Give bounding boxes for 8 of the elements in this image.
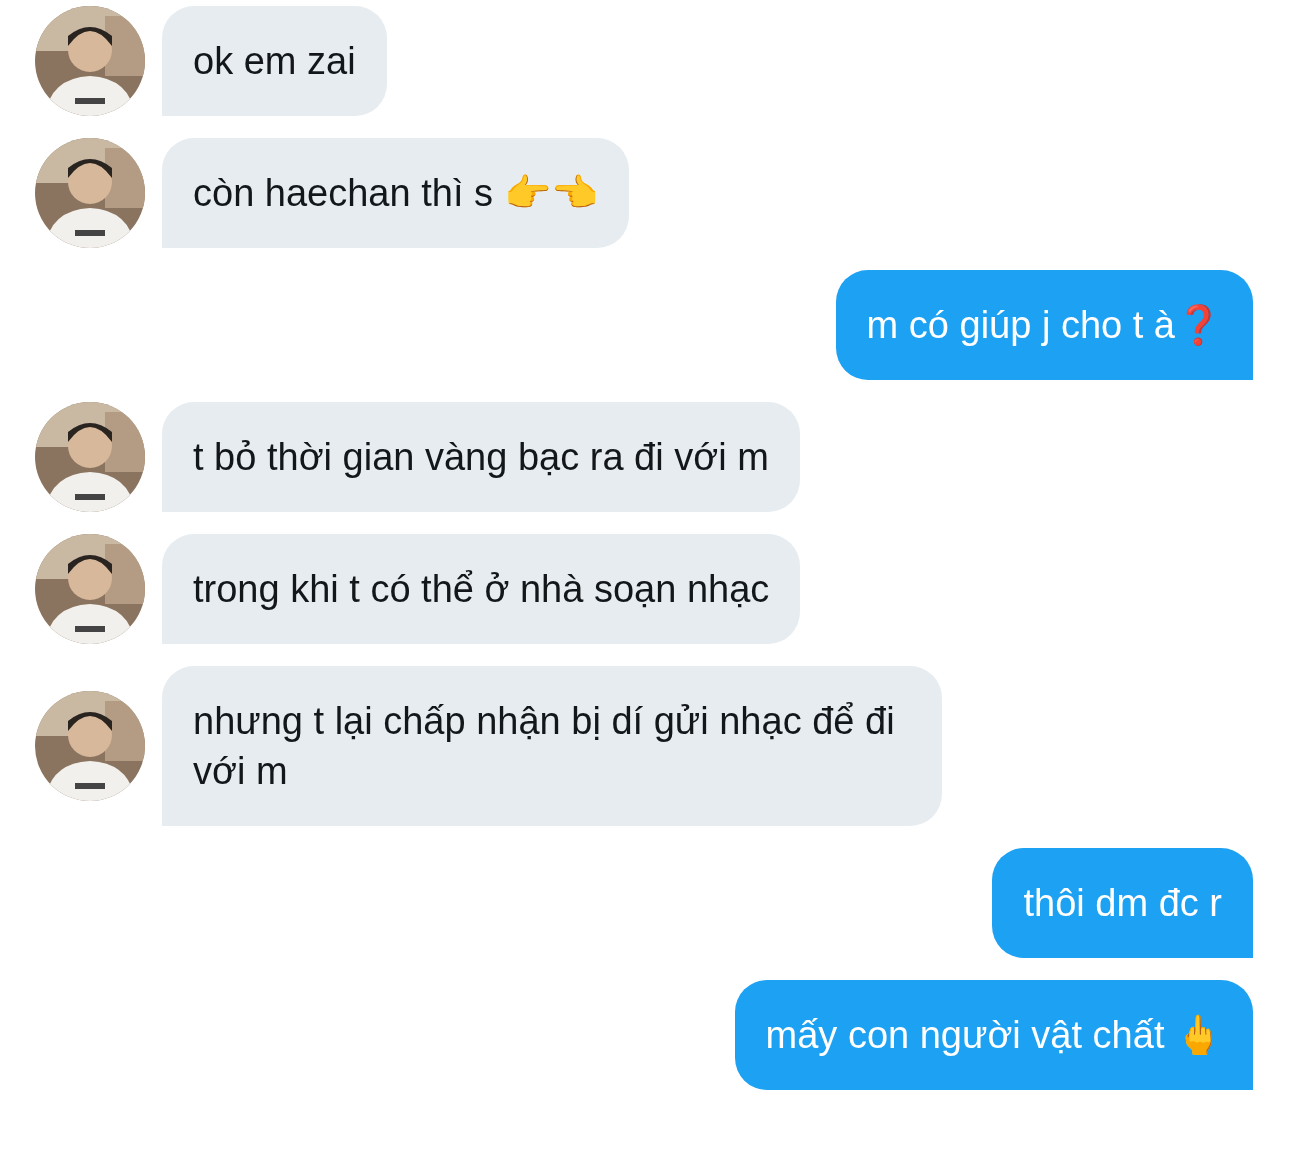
message-bubble: còn haechan thì s 👉👈	[162, 138, 629, 248]
message-bubble: m có giúp j cho t à❓	[835, 270, 1253, 380]
message-bubble: trong khi t có thể ở nhà soạn nhạc	[162, 534, 801, 644]
message-bubble: mấy con người vật chất 🖕	[734, 980, 1253, 1090]
message-bubble: t bỏ thời gian vàng bạc ra đi với m	[162, 402, 800, 512]
message-bubble: nhưng t lại chấp nhận bị dí gửi nhạc để đi với m	[162, 666, 942, 826]
message-bubble: thôi dm đc r	[992, 848, 1253, 958]
message-bubble: ok em zai	[162, 6, 387, 116]
